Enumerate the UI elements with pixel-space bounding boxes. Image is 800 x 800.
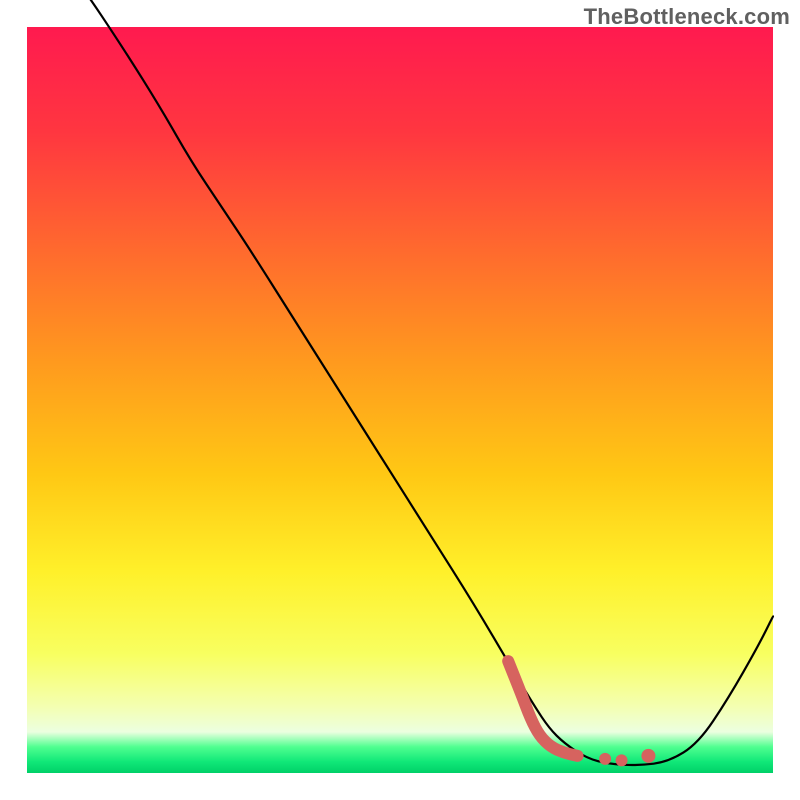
optimal-dot bbox=[641, 749, 655, 763]
optimal-dot bbox=[616, 754, 628, 766]
bottleneck-chart bbox=[0, 0, 800, 800]
heat-gradient-background bbox=[27, 27, 773, 773]
chart-container: TheBottleneck.com bbox=[0, 0, 800, 800]
optimal-dot bbox=[599, 753, 611, 765]
